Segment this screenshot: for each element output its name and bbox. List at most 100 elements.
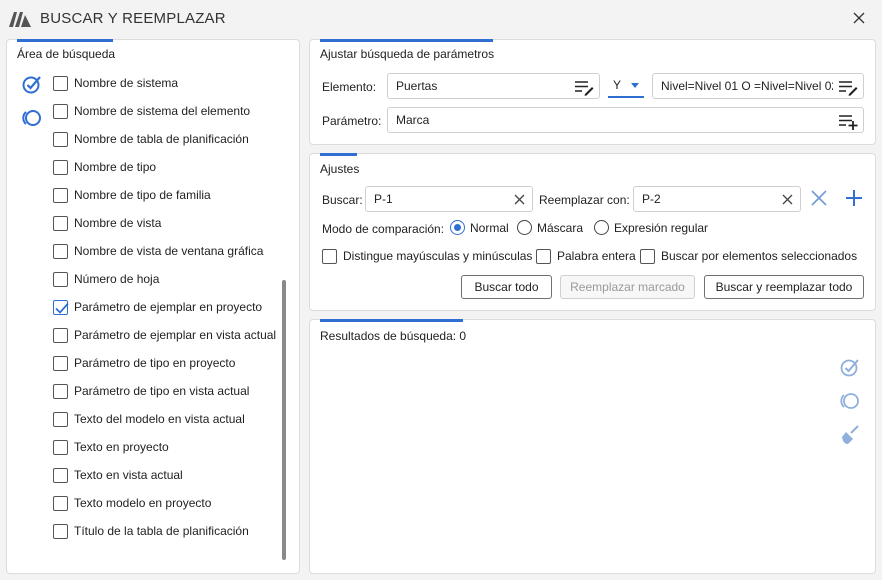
search-area-item-label: Nombre de vista <box>74 216 162 230</box>
search-area-item-label: Título de la tabla de planificación <box>74 524 249 538</box>
checkbox[interactable] <box>640 248 655 264</box>
checkbox[interactable] <box>53 131 68 147</box>
close-icon[interactable] <box>850 9 868 27</box>
checkbox[interactable] <box>53 299 69 315</box>
chevron-down-icon <box>631 83 639 88</box>
find-input[interactable]: P-1 <box>365 186 533 212</box>
search-area-item-label: Nombre de vista de ventana gráfica <box>74 244 264 258</box>
search-area-item[interactable]: Número de hoja <box>53 268 159 290</box>
compare-mode-label: Modo de comparación: <box>322 222 445 236</box>
radio-button[interactable] <box>594 220 609 235</box>
search-area-item[interactable]: Nombre de vista de ventana gráfica <box>53 240 263 262</box>
replace-marked-button[interactable]: Reemplazar marcado <box>560 275 695 299</box>
find-value: P-1 <box>374 192 393 206</box>
parameter-value: Marca <box>396 113 430 127</box>
results-label: Resultados de búsqueda: 0 <box>320 329 467 343</box>
checkbox[interactable] <box>53 243 68 259</box>
compare-mode-option[interactable]: Máscara <box>517 220 583 235</box>
search-area-item[interactable]: Texto en vista actual <box>53 464 183 486</box>
circle-clear-icon[interactable] <box>839 390 861 412</box>
search-area-item[interactable]: Nombre de tipo de familia <box>53 184 211 206</box>
remove-pair-icon[interactable] <box>809 188 829 208</box>
search-area-item-label: Nombre de tipo <box>74 160 157 174</box>
logic-operator-dropdown[interactable]: Y <box>608 74 644 98</box>
checkbox[interactable] <box>322 248 337 264</box>
panel-accent <box>320 39 493 42</box>
panel-accent <box>17 39 113 42</box>
check-all-icon[interactable] <box>21 73 43 95</box>
check-all-icon[interactable] <box>839 356 861 378</box>
clear-icon[interactable] <box>513 193 526 206</box>
search-area-panel: Área de búsqueda Nombre de sistema Nombre… <box>6 39 300 574</box>
circle-clear-icon[interactable] <box>21 107 43 129</box>
search-area-item-label: Nombre de tabla de planificación <box>74 132 249 146</box>
panel-accent <box>320 319 463 322</box>
checkbox[interactable] <box>53 215 68 231</box>
checkbox[interactable] <box>53 467 68 483</box>
find-all-button[interactable]: Buscar todo <box>461 275 552 299</box>
search-area-item-label: Nombre de sistema del elemento <box>74 104 251 118</box>
filter-field[interactable]: Nivel=Nivel 01 O =Nivel=Nivel 02 <box>652 73 864 99</box>
param-search-title: Ajustar búsqueda de parámetros <box>320 47 495 61</box>
search-area-item-label: Texto del modelo en vista actual <box>74 412 245 426</box>
checkbox[interactable] <box>53 159 68 175</box>
checkbox[interactable] <box>53 523 68 539</box>
search-area-item[interactable]: Parámetro de tipo en vista actual <box>53 380 249 402</box>
parameter-field[interactable]: Marca <box>387 107 864 133</box>
checkbox[interactable] <box>53 271 68 287</box>
element-field[interactable]: Puertas <box>387 73 600 99</box>
param-search-panel: Ajustar búsqueda de parámetros Elemento:… <box>309 39 876 145</box>
checkbox[interactable] <box>53 355 68 371</box>
compare-mode-option[interactable]: Normal <box>450 220 509 235</box>
edit-list-icon[interactable] <box>574 78 594 96</box>
checkbox[interactable] <box>53 327 68 343</box>
search-area-title: Área de búsqueda <box>17 47 116 61</box>
scrollbar-thumb[interactable] <box>282 280 286 560</box>
parameter-label: Parámetro: <box>322 114 382 128</box>
option-checkbox[interactable]: Distingue mayúsculas y minúsculas <box>322 245 532 267</box>
option-checkbox[interactable]: Palabra entera <box>536 245 636 267</box>
search-area-item[interactable]: Texto modelo en proyecto <box>53 492 211 514</box>
panel-accent <box>320 153 357 156</box>
search-area-item[interactable]: Parámetro de ejemplar en proyecto <box>53 296 262 318</box>
broom-icon[interactable] <box>839 424 861 446</box>
checkbox[interactable] <box>53 383 68 399</box>
checkbox[interactable] <box>53 439 68 455</box>
clear-icon[interactable] <box>781 193 794 206</box>
search-area-item-label: Parámetro de tipo en proyecto <box>74 356 236 370</box>
checkbox[interactable] <box>536 248 551 264</box>
edit-list-icon[interactable] <box>838 78 858 96</box>
checkbox[interactable] <box>53 495 68 511</box>
search-area-item[interactable]: Parámetro de tipo en proyecto <box>53 352 235 374</box>
search-area-item[interactable]: Nombre de tipo <box>53 156 156 178</box>
option-label: Distingue mayúsculas y minúsculas <box>343 249 533 263</box>
compare-mode-label: Máscara <box>537 220 584 235</box>
search-area-item-label: Texto en proyecto <box>74 440 169 454</box>
search-area-item-label: Nombre de sistema <box>74 76 179 90</box>
checkbox[interactable] <box>53 75 68 91</box>
compare-mode-label: Normal <box>470 220 509 235</box>
search-area-item[interactable]: Texto en proyecto <box>53 436 169 458</box>
option-label: Palabra entera <box>557 249 636 263</box>
checkbox[interactable] <box>53 187 68 203</box>
search-area-item[interactable]: Parámetro de ejemplar en vista actual <box>53 324 276 346</box>
option-checkbox[interactable]: Buscar por elementos seleccionados <box>640 245 857 267</box>
find-replace-all-button[interactable]: Buscar y reemplazar todo <box>704 275 864 299</box>
radio-button[interactable] <box>450 220 465 235</box>
add-pair-icon[interactable] <box>844 188 864 208</box>
search-area-item[interactable]: Nombre de vista <box>53 212 161 234</box>
checkbox[interactable] <box>53 411 68 427</box>
search-area-item[interactable]: Nombre de tabla de planificación <box>53 128 249 150</box>
search-area-item[interactable]: Nombre de sistema <box>53 72 178 94</box>
element-value: Puertas <box>396 79 438 93</box>
search-area-item[interactable]: Nombre de sistema del elemento <box>53 100 250 122</box>
find-label: Buscar: <box>322 193 363 207</box>
compare-mode-option[interactable]: Expresión regular <box>594 220 708 235</box>
search-area-item-label: Parámetro de ejemplar en vista actual <box>74 328 277 342</box>
checkbox[interactable] <box>53 103 68 119</box>
search-area-item[interactable]: Texto del modelo en vista actual <box>53 408 245 430</box>
radio-button[interactable] <box>517 220 532 235</box>
add-to-list-icon[interactable] <box>838 112 858 130</box>
replace-input[interactable]: P-2 <box>633 186 801 212</box>
search-area-item[interactable]: Título de la tabla de planificación <box>53 520 249 542</box>
